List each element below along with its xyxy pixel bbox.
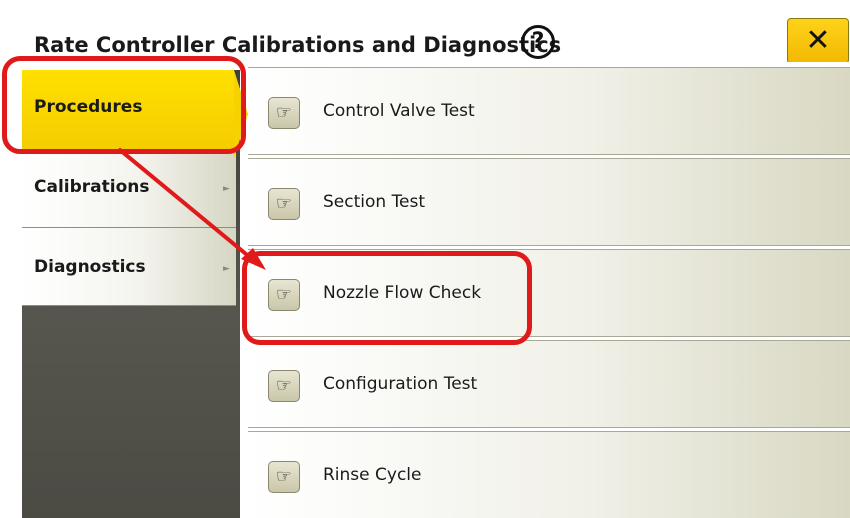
sidebar-item-label: Procedures	[34, 97, 143, 117]
procedure-list: ☞ Control Valve Test ☞ Section Test ☞ No…	[248, 62, 850, 518]
active-tab-pointer	[234, 70, 248, 158]
chevron-right-icon: ►	[223, 264, 230, 274]
procedure-label: Section Test	[323, 192, 426, 212]
pointing-hand-icon: ☞	[268, 461, 300, 493]
sidebar-item-label: Calibrations	[34, 177, 150, 197]
procedure-configuration-test[interactable]: ☞ Configuration Test	[248, 340, 850, 428]
sidebar: Procedures Calibrations ► Diagnostics ►	[22, 70, 240, 518]
procedure-label: Control Valve Test	[323, 101, 475, 121]
screen: Rate Controller Calibrations and Diagnos…	[0, 0, 850, 518]
pointing-hand-icon: ☞	[268, 188, 300, 220]
sidebar-item-calibrations[interactable]: Calibrations ►	[22, 152, 236, 228]
sidebar-item-procedures[interactable]: Procedures	[22, 70, 234, 152]
pointing-hand-icon: ☞	[268, 97, 300, 129]
procedure-section-test[interactable]: ☞ Section Test	[248, 158, 850, 246]
pointing-hand-icon: ☞	[268, 370, 300, 402]
procedure-label: Nozzle Flow Check	[323, 283, 482, 303]
help-button[interactable]: ?	[521, 25, 555, 59]
pointing-hand-icon: ☞	[268, 279, 300, 311]
title-bar: Rate Controller Calibrations and Diagnos…	[18, 8, 850, 70]
procedure-rinse-cycle[interactable]: ☞ Rinse Cycle	[248, 431, 850, 518]
close-button[interactable]: ✕	[787, 18, 849, 64]
procedure-nozzle-flow-check[interactable]: ☞ Nozzle Flow Check	[248, 249, 850, 337]
page-title: Rate Controller Calibrations and Diagnos…	[34, 33, 562, 57]
sidebar-item-diagnostics[interactable]: Diagnostics ►	[22, 228, 236, 306]
procedure-label: Configuration Test	[323, 374, 478, 394]
chevron-right-icon: ►	[223, 184, 230, 194]
procedure-label: Rinse Cycle	[323, 465, 422, 485]
sidebar-item-label: Diagnostics	[34, 257, 146, 277]
procedure-control-valve-test[interactable]: ☞ Control Valve Test	[248, 67, 850, 155]
